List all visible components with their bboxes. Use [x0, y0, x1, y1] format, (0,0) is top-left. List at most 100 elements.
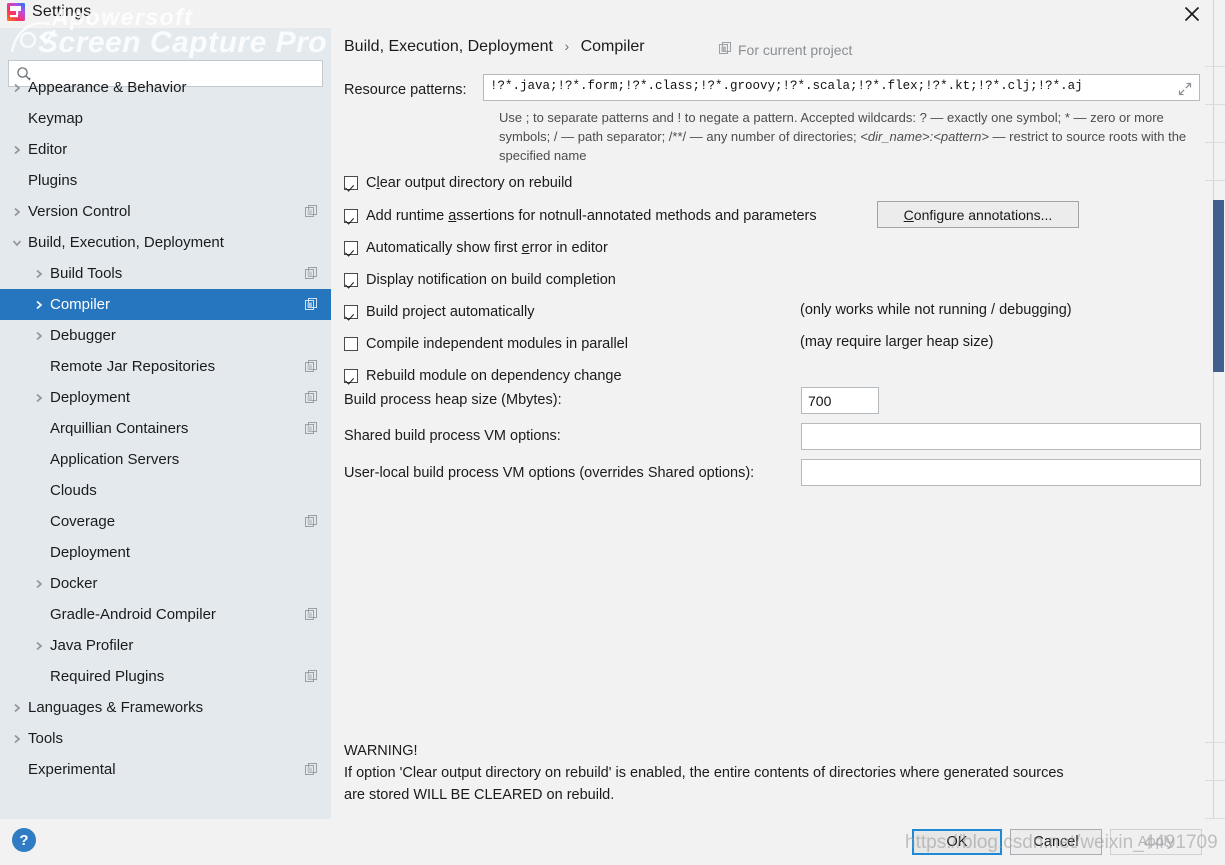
- sidebar-item-editor[interactable]: Editor: [0, 134, 331, 165]
- dialog-footer: ? OK Cancel Apply: [0, 819, 1225, 865]
- project-scope-icon: [305, 205, 318, 223]
- checkbox-display-notification-on-build-completion[interactable]: Display notification on build completion: [344, 270, 616, 290]
- resource-patterns-label: Resource patterns:: [344, 82, 467, 98]
- title-bar: Settings: [0, 0, 1225, 28]
- chevron-right-icon[interactable]: [10, 701, 24, 715]
- breadcrumb-root: Build, Execution, Deployment: [344, 38, 553, 55]
- checkbox-build-project-automatically[interactable]: Build project automatically: [344, 302, 534, 322]
- sidebar-item-build-execution-deployment[interactable]: Build, Execution, Deployment: [0, 227, 331, 258]
- sidebar-item-tools[interactable]: Tools: [0, 723, 331, 754]
- sidebar-item-coverage[interactable]: Coverage: [0, 506, 331, 537]
- field-input-2[interactable]: [801, 459, 1201, 486]
- settings-dialog: Settings Appearance & Behavior Keymap Edit…: [0, 0, 1225, 865]
- settings-content-pane: Build, Execution, Deployment › Compiler …: [331, 28, 1213, 819]
- resource-patterns-hint: Use ; to separate patterns and ! to nega…: [499, 108, 1199, 165]
- chevron-right-icon[interactable]: [32, 577, 46, 591]
- sidebar-item-label: Version Control: [28, 203, 131, 220]
- sidebar-item-clouds[interactable]: Clouds: [0, 475, 331, 506]
- settings-tree: Appearance & Behavior Keymap Editor Plugins…: [0, 72, 331, 785]
- project-scope-icon: [305, 608, 318, 626]
- sidebar-item-java-profiler[interactable]: Java Profiler: [0, 630, 331, 661]
- field-input-value-1[interactable]: [802, 424, 1200, 449]
- sidebar-item-gradle-android-compiler[interactable]: Gradle-Android Compiler: [0, 599, 331, 630]
- sidebar-item-label: Gradle-Android Compiler: [50, 606, 216, 623]
- sidebar-item-label: Plugins: [28, 172, 78, 189]
- sidebar-item-label: Docker: [50, 575, 98, 592]
- checkbox-add-runtime-assertions-for-notnull-annotated-methods-and-parameters[interactable]: Add runtime assertions for notnull-annot…: [344, 206, 817, 226]
- sidebar-item-label: Tools: [28, 730, 64, 747]
- checkbox-label: Rebuild module on dependency change: [366, 368, 622, 384]
- ok-button[interactable]: OK: [912, 829, 1002, 855]
- sidebar-item-label: Deployment: [50, 544, 131, 561]
- sidebar-item-arquillian-containers[interactable]: Arquillian Containers: [0, 413, 331, 444]
- chevron-right-icon[interactable]: [32, 639, 46, 653]
- help-button[interactable]: ?: [12, 828, 36, 852]
- checkbox-automatically-show-first-error-in-editor[interactable]: Automatically show first error in editor: [344, 238, 608, 258]
- chevron-right-icon[interactable]: [32, 298, 46, 312]
- project-scope-icon: [305, 670, 318, 688]
- sidebar-item-label: Application Servers: [50, 451, 180, 468]
- checkbox-compile-independent-modules-in-parallel[interactable]: Compile independent modules in parallel: [344, 334, 628, 354]
- field-input-value-2[interactable]: [802, 460, 1200, 485]
- sidebar-item-label: Remote Jar Repositories: [50, 358, 216, 375]
- sidebar-item-remote-jar-repositories[interactable]: Remote Jar Repositories: [0, 351, 331, 382]
- breadcrumb-leaf: Compiler: [580, 38, 645, 55]
- sidebar-item-required-plugins[interactable]: Required Plugins: [0, 661, 331, 692]
- checkbox-indicator[interactable]: [344, 241, 358, 255]
- chevron-right-icon[interactable]: [10, 732, 24, 746]
- chevron-right-icon[interactable]: [10, 143, 24, 157]
- for-current-project-label: For current project: [738, 42, 853, 58]
- sidebar-item-docker[interactable]: Docker: [0, 568, 331, 599]
- checkbox-indicator[interactable]: [344, 305, 358, 319]
- resource-patterns-input[interactable]: !?*.java;!?*.form;!?*.class;!?*.groovy;!…: [483, 74, 1200, 101]
- sidebar-item-application-servers[interactable]: Application Servers: [0, 444, 331, 475]
- checkbox-indicator[interactable]: [344, 209, 358, 223]
- sidebar-item-experimental[interactable]: Experimental: [0, 754, 331, 785]
- close-icon[interactable]: [1173, 0, 1211, 28]
- sidebar-item-appearance-behavior[interactable]: Appearance & Behavior: [0, 72, 331, 103]
- checkbox-indicator[interactable]: [344, 176, 358, 190]
- content-scrollbar-thumb[interactable]: [1213, 200, 1224, 372]
- cancel-button[interactable]: Cancel: [1010, 829, 1102, 855]
- configure-annotations-button[interactable]: Configure annotations...: [877, 201, 1079, 228]
- for-current-project-indicator: For current project: [719, 42, 852, 58]
- chevron-right-icon[interactable]: [32, 391, 46, 405]
- sidebar-item-label: Languages & Frameworks: [28, 699, 204, 716]
- checkbox-indicator[interactable]: [344, 273, 358, 287]
- sidebar-item-deployment[interactable]: Deployment: [0, 537, 331, 568]
- sidebar-item-plugins[interactable]: Plugins: [0, 165, 331, 196]
- chevron-right-icon[interactable]: [10, 81, 24, 95]
- field-input-1[interactable]: [801, 423, 1201, 450]
- sidebar-item-debugger[interactable]: Debugger: [0, 320, 331, 351]
- warning-text: WARNING! If option 'Clear output directo…: [344, 740, 1199, 806]
- chevron-right-icon[interactable]: [32, 267, 46, 281]
- sidebar-item-version-control[interactable]: Version Control: [0, 196, 331, 227]
- sidebar-item-languages-frameworks[interactable]: Languages & Frameworks: [0, 692, 331, 723]
- expand-diagonal-icon[interactable]: [1177, 81, 1193, 102]
- chevron-down-icon[interactable]: [10, 236, 24, 250]
- content-scrollbar-track[interactable]: [1213, 0, 1225, 819]
- sidebar-item-label: Java Profiler: [50, 637, 134, 654]
- checkbox-indicator[interactable]: [344, 369, 358, 383]
- field-input-0[interactable]: [801, 387, 879, 414]
- settings-sidebar: Appearance & Behavior Keymap Editor Plugins…: [0, 28, 331, 819]
- sidebar-item-deployment[interactable]: Deployment: [0, 382, 331, 413]
- sidebar-item-compiler[interactable]: Compiler: [0, 289, 331, 320]
- checkbox-clear-output-directory-on-rebuild[interactable]: Clear output directory on rebuild: [344, 173, 572, 193]
- checkbox-rebuild-module-on-dependency-change[interactable]: Rebuild module on dependency change: [344, 366, 622, 386]
- checkbox-label: Clear output directory on rebuild: [366, 175, 573, 191]
- sidebar-item-label: Compiler: [50, 296, 111, 313]
- sidebar-item-label: Build Tools: [50, 265, 123, 282]
- field-input-value-0[interactable]: [802, 388, 878, 413]
- chevron-right-icon[interactable]: [32, 329, 46, 343]
- sidebar-item-keymap[interactable]: Keymap: [0, 103, 331, 134]
- checkbox-note: (may require larger heap size): [800, 334, 994, 350]
- field-label-2: User-local build process VM options (ove…: [344, 465, 755, 481]
- sidebar-item-label: Appearance & Behavior: [28, 79, 187, 96]
- intellij-idea-icon: [6, 2, 26, 22]
- sidebar-item-build-tools[interactable]: Build Tools: [0, 258, 331, 289]
- project-scope-icon: [305, 422, 318, 440]
- project-scope-icon: [305, 763, 318, 781]
- chevron-right-icon[interactable]: [10, 205, 24, 219]
- checkbox-indicator[interactable]: [344, 337, 358, 351]
